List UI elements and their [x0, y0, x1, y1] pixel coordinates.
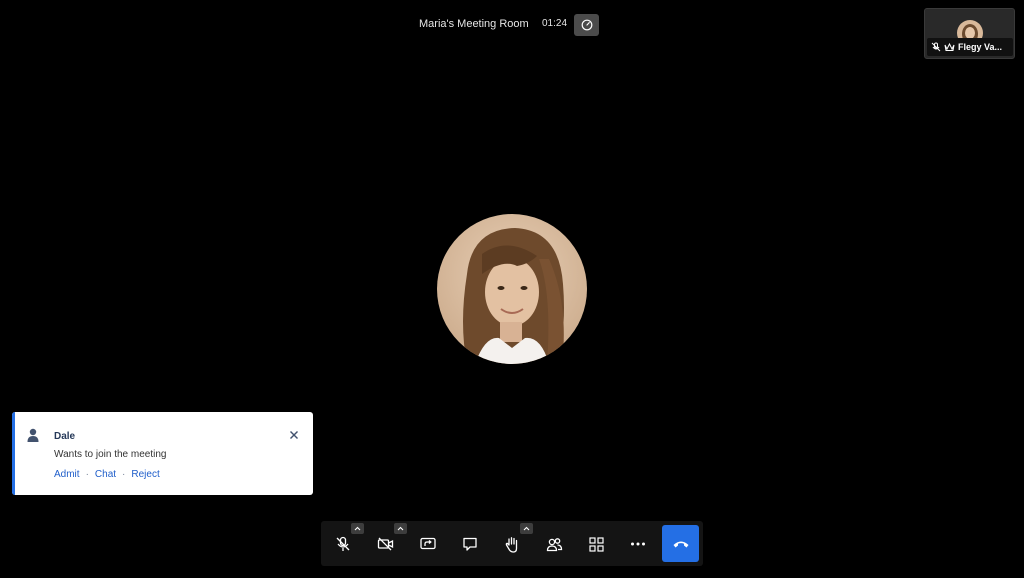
more-actions-button[interactable] [621, 527, 655, 561]
mic-muted-icon [931, 42, 941, 52]
meeting-stage: Maria's Meeting Room 01:24 Flegy Va... D… [0, 0, 1024, 578]
meeting-title: Maria's Meeting Room [419, 18, 529, 30]
mic-muted-icon [336, 536, 350, 551]
moderator-crown-icon [944, 42, 955, 51]
meeting-toolbar [321, 521, 703, 566]
chat-icon [463, 537, 477, 551]
meeting-timer: 01:24 [542, 18, 568, 29]
close-icon[interactable] [289, 430, 299, 440]
notification-title: Dale [54, 431, 76, 442]
chat-button[interactable] [453, 527, 487, 561]
chevron-up-icon [354, 526, 361, 531]
phone-hangup-icon [673, 541, 688, 547]
meeting-header: Maria's Meeting Room 01:24 [0, 14, 1024, 36]
action-separator: · [122, 469, 126, 480]
action-separator: · [85, 469, 89, 480]
camera-off-icon [377, 537, 393, 551]
participants-button[interactable] [537, 527, 571, 561]
chevron-up-icon [397, 526, 404, 531]
participant-thumbnail[interactable]: Flegy Va... [924, 8, 1015, 59]
admit-link[interactable]: Admit [54, 469, 80, 480]
more-dots-icon [631, 542, 645, 546]
participants-icon [546, 537, 562, 551]
reject-link[interactable]: Reject [131, 469, 159, 480]
notification-message: Wants to join the meeting [54, 449, 167, 460]
screen-share-button[interactable] [411, 527, 445, 561]
notification-actions: Admit · Chat · Reject [54, 469, 160, 480]
lobby-notification: Dale Wants to join the meeting Admit · C… [12, 412, 313, 495]
camera-options-button[interactable] [394, 523, 407, 534]
speedometer-icon [581, 19, 592, 31]
chevron-up-icon [523, 526, 530, 531]
microphone-options-button[interactable] [351, 523, 364, 534]
hang-up-button[interactable] [662, 525, 699, 562]
tile-view-button[interactable] [579, 527, 613, 561]
thumbnail-name: Flegy Va... [958, 42, 1003, 52]
thumbnail-name-badge: Flegy Va... [927, 38, 1013, 56]
speaker-avatar [437, 214, 587, 364]
user-icon [27, 428, 39, 442]
screen-share-icon [420, 537, 436, 550]
reactions-options-button[interactable] [520, 523, 533, 534]
grid-icon [588, 536, 604, 552]
notification-accent-bar [12, 412, 15, 495]
chat-link[interactable]: Chat [95, 469, 116, 480]
performance-settings-button[interactable] [574, 14, 599, 36]
raise-hand-icon [505, 536, 518, 553]
